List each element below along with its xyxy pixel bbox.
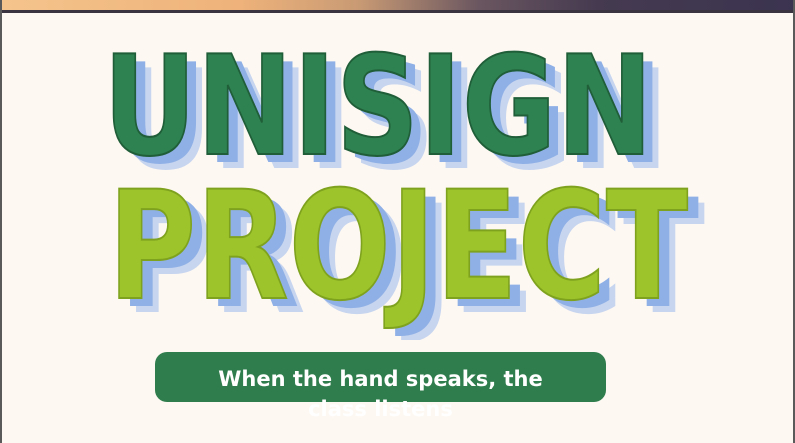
tagline-text: When the hand speaks, the class listens — [218, 367, 543, 421]
title-wordmark: UNISIGN UNISIGN UNISIGN PROJECT PROJECT … — [102, 25, 705, 340]
title-line-2-text: PROJECT — [108, 160, 688, 334]
title-hero: UNISIGN UNISIGN UNISIGN PROJECT PROJECT … — [2, 0, 793, 340]
slide-canvas: UNISIGN UNISIGN UNISIGN PROJECT PROJECT … — [0, 0, 795, 443]
tagline-banner: When the hand speaks, the class listens — [155, 352, 606, 421]
title-line-2: PROJECT PROJECT PROJECT — [107, 159, 705, 340]
